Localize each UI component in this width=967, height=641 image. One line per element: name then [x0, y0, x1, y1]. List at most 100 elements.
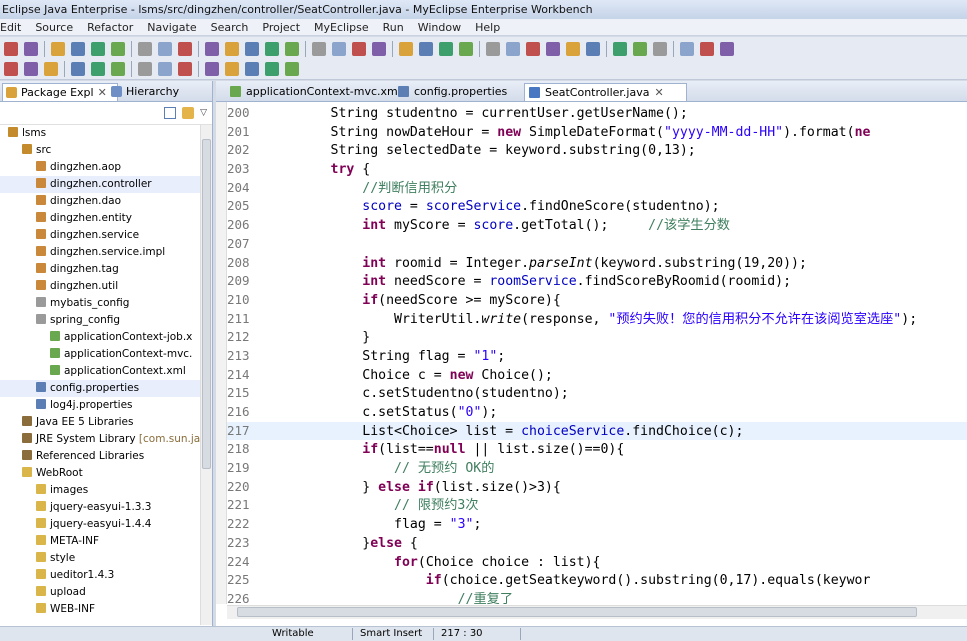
tree-item[interactable]: META-INF	[0, 533, 200, 550]
toolbar-button-icon[interactable]	[245, 41, 259, 56]
menu-window[interactable]: Window	[418, 19, 461, 35]
code-line[interactable]: 211 WriterUtil.write(response, "预约失败！您的信…	[227, 310, 967, 329]
code-line[interactable]: 221 // 限预约3次	[227, 496, 967, 515]
tree-item[interactable]: upload	[0, 584, 200, 601]
code-line[interactable]: 207	[227, 235, 967, 254]
code-line[interactable]: 223 }else {	[227, 534, 967, 553]
toolbar-button-icon[interactable]	[225, 61, 239, 76]
toolbar-button-icon[interactable]	[586, 41, 600, 56]
toolbar-button-icon[interactable]	[158, 61, 172, 76]
close-icon[interactable]: ✕	[654, 86, 663, 99]
code-line[interactable]: 205 score = scoreService.findOneScore(st…	[227, 197, 967, 216]
editor-tab[interactable]: applicationContext-mvc.xml	[226, 83, 407, 100]
menu-navigate[interactable]: Navigate	[147, 19, 196, 35]
scroll-thumb[interactable]	[237, 607, 917, 617]
toolbar-button-icon[interactable]	[71, 61, 85, 76]
toolbar-button-icon[interactable]	[178, 41, 192, 56]
toolbar-button-icon[interactable]	[653, 41, 667, 56]
toolbar-button-icon[interactable]	[111, 61, 125, 76]
menu-project[interactable]: Project	[262, 19, 300, 35]
toolbar-button-icon[interactable]	[720, 41, 734, 56]
toolbar-button-icon[interactable]	[4, 61, 18, 76]
toolbar-button-icon[interactable]	[91, 61, 105, 76]
code-line[interactable]: 215 c.setStudentno(studentno);	[227, 384, 967, 403]
code-line[interactable]: 214 Choice c = new Choice();	[227, 366, 967, 385]
code-line[interactable]: 210 if(needScore >= myScore){	[227, 291, 967, 310]
toolbar-button-icon[interactable]	[205, 41, 219, 56]
tree-item[interactable]: applicationContext.xml	[0, 363, 200, 380]
toolbar-button-icon[interactable]	[285, 41, 299, 56]
menu-myeclipse[interactable]: MyEclipse	[314, 19, 369, 35]
tree-item[interactable]: dingzhen.dao	[0, 193, 200, 210]
toolbar-button-icon[interactable]	[178, 61, 192, 76]
code-line[interactable]: 206 int myScore = score.getTotal(); //该学…	[227, 216, 967, 235]
toolbar-button-icon[interactable]	[265, 41, 279, 56]
code-line[interactable]: 220 } else if(list.size()>3){	[227, 478, 967, 497]
editor-tab[interactable]: config.properties	[394, 83, 538, 100]
tree-item[interactable]: dingzhen.aop	[0, 159, 200, 176]
tree-item[interactable]: dingzhen.util	[0, 278, 200, 295]
toolbar-button-icon[interactable]	[4, 41, 18, 56]
tree-item[interactable]: jquery-easyui-1.4.4	[0, 516, 200, 533]
toolbar-button-icon[interactable]	[158, 41, 172, 56]
toolbar-button-icon[interactable]	[312, 41, 326, 56]
code-line[interactable]: 219 // 无预约 OK的	[227, 459, 967, 478]
menu-source[interactable]: Source	[35, 19, 73, 35]
editor-horizontal-scrollbar[interactable]	[227, 605, 967, 619]
toolbar-button-icon[interactable]	[245, 61, 259, 76]
code-line[interactable]: 209 int needScore = roomService.findScor…	[227, 272, 967, 291]
tree-item[interactable]: ueditor1.4.3	[0, 567, 200, 584]
toolbar-button-icon[interactable]	[265, 61, 279, 76]
toolbar-button-icon[interactable]	[51, 41, 65, 56]
code-line[interactable]: 216 c.setStatus("0");	[227, 403, 967, 422]
tree-item[interactable]: dingzhen.entity	[0, 210, 200, 227]
tree-item[interactable]: jquery-easyui-1.3.3	[0, 499, 200, 516]
toolbar-button-icon[interactable]	[225, 41, 239, 56]
code-lines[interactable]: 200 String studentno = currentUser.getUs…	[227, 104, 967, 609]
menu-run[interactable]: Run	[383, 19, 404, 35]
tree-item[interactable]: applicationContext-job.x	[0, 329, 200, 346]
toolbar-button-icon[interactable]	[439, 41, 453, 56]
toolbar-button-icon[interactable]	[44, 61, 58, 76]
toolbar-button-icon[interactable]	[680, 41, 694, 56]
tree-item[interactable]: dingzhen.service	[0, 227, 200, 244]
tree-item[interactable]: Referenced Libraries	[0, 448, 200, 465]
toolbar-button-icon[interactable]	[633, 41, 647, 56]
toolbar-button-icon[interactable]	[285, 61, 299, 76]
code-line[interactable]: 213 String flag = "1";	[227, 347, 967, 366]
code-line[interactable]: 218 if(list==null || list.size()==0){	[227, 440, 967, 459]
code-line[interactable]: 204 //判断信用积分	[227, 179, 967, 198]
tree-item[interactable]: style	[0, 550, 200, 567]
toolbar-button-icon[interactable]	[71, 41, 85, 56]
code-line[interactable]: 217 List<Choice> list = choiceService.fi…	[227, 421, 967, 441]
code-line[interactable]: 225 if(choice.getSeatkeyword().substring…	[227, 571, 967, 590]
tree-item[interactable]: WEB-INF	[0, 601, 200, 618]
toolbar-button-icon[interactable]	[24, 61, 38, 76]
tree-item[interactable]: applicationContext-mvc.	[0, 346, 200, 363]
toolbar-button-icon[interactable]	[332, 41, 346, 56]
toolbar-button-icon[interactable]	[459, 41, 473, 56]
code-line[interactable]: 212 }	[227, 328, 967, 347]
collapse-all-icon[interactable]	[164, 107, 176, 119]
toolbar-button-icon[interactable]	[506, 41, 520, 56]
code-line[interactable]: 201 String nowDateHour = new SimpleDateF…	[227, 123, 967, 142]
code-line[interactable]: 208 int roomid = Integer.parseInt(keywor…	[227, 254, 967, 273]
toolbar-button-icon[interactable]	[138, 61, 152, 76]
tree-item[interactable]: Java EE 5 Libraries	[0, 414, 200, 431]
editor-tab[interactable]: SeatController.java ✕	[524, 83, 687, 101]
toolbar-button-icon[interactable]	[91, 41, 105, 56]
tree-item[interactable]: dingzhen.tag	[0, 261, 200, 278]
code-line[interactable]: 222 flag = "3";	[227, 515, 967, 534]
toolbar-button-icon[interactable]	[486, 41, 500, 56]
tree-item[interactable]: dingzhen.controller	[0, 176, 200, 193]
tree-item[interactable]: WebRoot	[0, 465, 200, 482]
toolbar-button-icon[interactable]	[138, 41, 152, 56]
code-line[interactable]: 203 try {	[227, 160, 967, 179]
menu-refactor[interactable]: Refactor	[87, 19, 133, 35]
tree-item[interactable]: log4j.properties	[0, 397, 200, 414]
toolbar-button-icon[interactable]	[526, 41, 540, 56]
tree-item[interactable]: spring_config	[0, 312, 200, 329]
menu-help[interactable]: Help	[475, 19, 500, 35]
toolbar-button-icon[interactable]	[111, 41, 125, 56]
code-line[interactable]: 200 String studentno = currentUser.getUs…	[227, 104, 967, 123]
